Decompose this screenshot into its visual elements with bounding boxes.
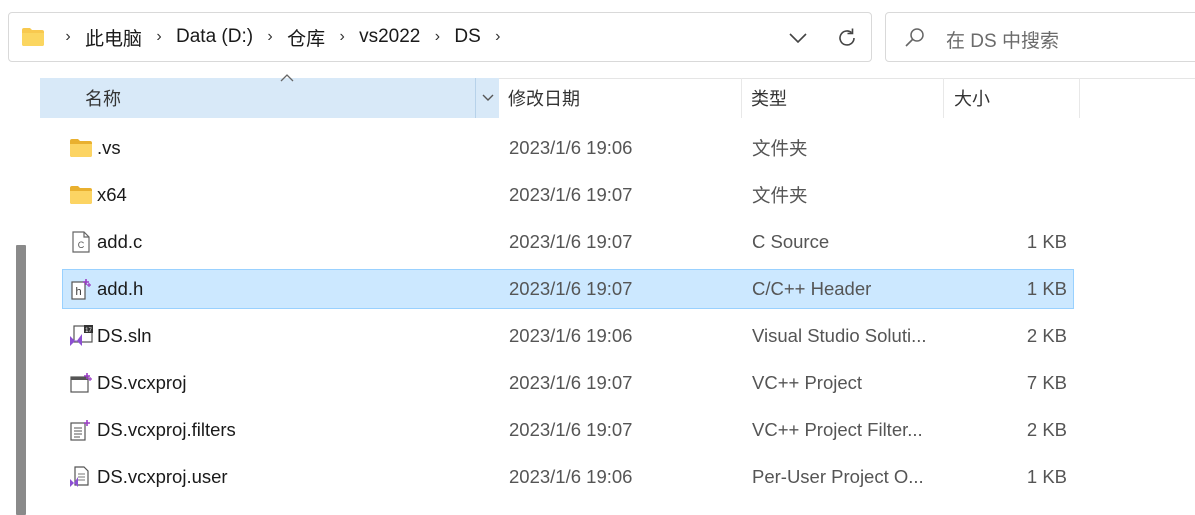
chevron-right-icon[interactable]: › xyxy=(146,28,172,46)
file-type: 文件夹 xyxy=(752,185,808,206)
file-row[interactable]: DS.vcxproj.filters 2023/1/6 19:07 VC++ Pro… xyxy=(62,410,1074,450)
file-row[interactable]: DS.vcxproj 2023/1/6 19:07 VC++ Project 7 KB xyxy=(62,363,1074,403)
breadcrumb-item[interactable]: 此电脑 xyxy=(81,24,146,51)
file-row[interactable]: .vs 2023/1/6 19:06 文件夹 xyxy=(62,128,1074,168)
file-name: DS.vcxproj.user xyxy=(97,466,228,487)
column-headers: 名称 修改日期 类型 大小 xyxy=(40,78,1080,118)
chevron-right-icon[interactable]: › xyxy=(424,28,450,46)
folder-icon xyxy=(68,176,94,214)
file-name: add.c xyxy=(97,231,143,252)
chevron-right-icon[interactable]: › xyxy=(257,28,283,46)
chevron-right-icon[interactable]: › xyxy=(485,28,511,46)
file-name: .vs xyxy=(97,137,121,158)
file-date: 2023/1/6 19:07 xyxy=(509,372,633,393)
file-name: DS.vcxproj xyxy=(97,372,187,393)
file-size: 7 KB xyxy=(1026,372,1067,393)
file-date: 2023/1/6 19:07 xyxy=(509,278,633,299)
file-type: Visual Studio Soluti... xyxy=(752,325,927,346)
chevron-down-icon[interactable] xyxy=(783,23,813,53)
c-source-icon: C xyxy=(68,223,94,261)
breadcrumb: › 此电脑 › Data (D:) › 仓库 › vs2022 › DS › xyxy=(55,13,511,61)
breadcrumb-item[interactable]: DS xyxy=(450,26,484,48)
search-box[interactable]: 在 DS 中搜索 xyxy=(885,12,1195,62)
file-date: 2023/1/6 19:06 xyxy=(509,325,633,346)
file-type: VC++ Project xyxy=(752,372,863,393)
file-type: C Source xyxy=(752,231,830,252)
file-size: 1 KB xyxy=(1026,231,1067,252)
svg-text:C: C xyxy=(78,240,85,250)
file-name: DS.sln xyxy=(97,325,152,346)
file-row[interactable]: 17 DS.sln 2023/1/6 19:06 Visual Studio Solu… xyxy=(62,316,1074,356)
file-size: 2 KB xyxy=(1026,419,1067,440)
search-input[interactable]: 在 DS 中搜索 xyxy=(946,26,1059,53)
folder-icon xyxy=(68,129,94,167)
refresh-icon[interactable] xyxy=(832,23,862,53)
breadcrumb-item[interactable]: 仓库 xyxy=(283,24,329,51)
column-header-date[interactable]: 修改日期 xyxy=(499,78,742,118)
chevron-right-icon[interactable]: › xyxy=(55,28,81,46)
column-header-name[interactable]: 名称 xyxy=(40,78,499,118)
file-name: x64 xyxy=(97,184,127,205)
file-row[interactable]: x64 2023/1/6 19:07 文件夹 xyxy=(62,175,1074,215)
file-row[interactable]: Cadd.c 2023/1/6 19:07 C Source 1 KB xyxy=(62,222,1074,262)
file-date: 2023/1/6 19:06 xyxy=(509,466,633,487)
file-row[interactable]: DS.vcxproj.user 2023/1/6 19:06 Per-User Pr… xyxy=(62,457,1074,497)
svg-text:17: 17 xyxy=(85,328,92,334)
file-date: 2023/1/6 19:07 xyxy=(509,184,633,205)
vcxproj-icon xyxy=(68,364,94,402)
filters-file-icon xyxy=(68,411,94,449)
file-name: DS.vcxproj.filters xyxy=(97,419,236,440)
search-icon xyxy=(904,27,926,49)
file-date: 2023/1/6 19:07 xyxy=(509,419,633,440)
column-header-type[interactable]: 类型 xyxy=(742,78,944,118)
header-file-icon: h xyxy=(68,270,94,308)
chevron-right-icon[interactable]: › xyxy=(329,28,355,46)
scrollbar[interactable] xyxy=(16,245,26,515)
file-row[interactable]: h add.h 2023/1/6 19:07 C/C++ Header 1 KB xyxy=(62,269,1074,309)
chevron-down-icon[interactable] xyxy=(475,78,499,118)
file-size: 1 KB xyxy=(1026,466,1067,487)
sort-ascending-icon xyxy=(280,74,294,82)
file-size: 1 KB xyxy=(1026,278,1067,299)
file-date: 2023/1/6 19:07 xyxy=(509,231,633,252)
user-file-icon xyxy=(68,458,94,496)
file-type: 文件夹 xyxy=(752,138,808,159)
file-size: 2 KB xyxy=(1026,325,1067,346)
toolbar: › 此电脑 › Data (D:) › 仓库 › vs2022 › DS › 在… xyxy=(0,0,1195,79)
folder-icon xyxy=(21,27,45,47)
address-bar[interactable]: › 此电脑 › Data (D:) › 仓库 › vs2022 › DS › xyxy=(8,12,872,62)
file-name: add.h xyxy=(97,278,144,299)
file-type: Per-User Project O... xyxy=(752,466,924,487)
svg-text:h: h xyxy=(75,286,81,298)
breadcrumb-item[interactable]: Data (D:) xyxy=(172,26,257,48)
file-type: C/C++ Header xyxy=(752,278,872,299)
vs-solution-icon: 17 xyxy=(68,317,94,355)
file-date: 2023/1/6 19:06 xyxy=(509,137,633,158)
column-header-size[interactable]: 大小 xyxy=(944,78,1080,118)
file-type: VC++ Project Filter... xyxy=(752,419,923,440)
breadcrumb-item[interactable]: vs2022 xyxy=(355,26,424,48)
